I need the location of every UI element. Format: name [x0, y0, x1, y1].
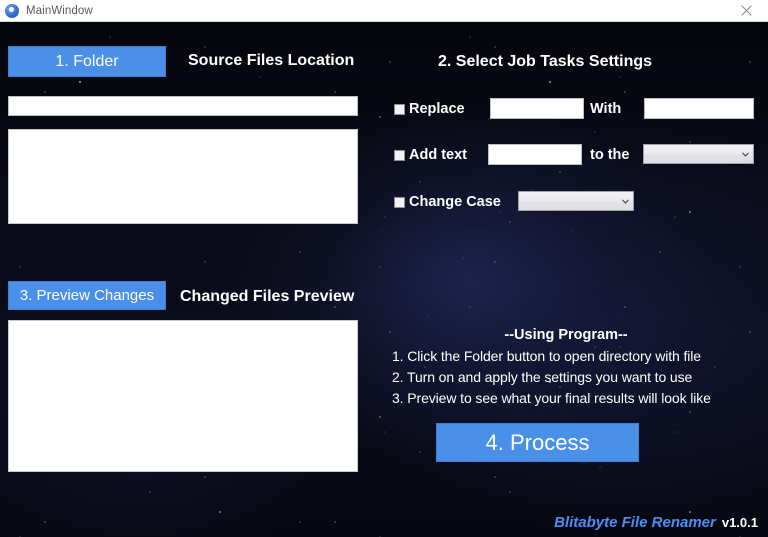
changed-files-preview-heading: Changed Files Preview: [180, 288, 355, 305]
chevron-down-icon: [737, 151, 753, 157]
title-bar: MainWindow: [0, 0, 768, 22]
source-file-list[interactable]: [8, 129, 358, 224]
using-program-help: --Using Program-- 1. Click the Folder bu…: [392, 324, 740, 416]
job-tasks-heading: 2. Select Job Tasks Settings: [438, 53, 653, 70]
add-text-checkbox-label: Add text: [409, 147, 467, 163]
chevron-down-icon: [617, 198, 633, 204]
app-window: MainWindow 1. Folder Source Files Locati…: [0, 0, 768, 537]
add-text-position-label: to the: [590, 147, 630, 163]
preview-changes-button[interactable]: 3. Preview Changes: [8, 281, 166, 310]
replace-checkbox[interactable]: [394, 103, 405, 115]
footer-branding: Blitabyte File Renamer v1.0.1: [554, 514, 758, 531]
folder-button[interactable]: 1. Folder: [8, 46, 166, 77]
add-text-checkbox-row[interactable]: Add text: [394, 147, 467, 163]
folder-path-input[interactable]: [8, 96, 358, 116]
brand-name: Blitabyte File Renamer: [554, 514, 716, 531]
add-text-input[interactable]: [488, 144, 582, 165]
replace-checkbox-label: Replace: [409, 101, 465, 117]
replace-with-label: With: [590, 101, 622, 117]
replace-find-input[interactable]: [490, 98, 584, 119]
replace-with-input[interactable]: [644, 98, 754, 119]
close-icon[interactable]: [724, 0, 768, 21]
change-case-dropdown[interactable]: [518, 191, 634, 211]
add-text-position-dropdown[interactable]: [643, 144, 754, 164]
help-title: --Using Program--: [504, 327, 628, 343]
help-line-3: 3. Preview to see what your final result…: [392, 390, 711, 406]
help-line-1: 1. Click the Folder button to open direc…: [392, 348, 701, 364]
replace-checkbox-row[interactable]: Replace: [394, 101, 465, 117]
change-case-checkbox[interactable]: [394, 196, 405, 208]
app-circle-icon: [5, 3, 19, 18]
source-files-heading: Source Files Location: [188, 52, 355, 69]
process-button[interactable]: 4. Process: [436, 423, 639, 462]
window-title: MainWindow: [26, 4, 93, 17]
add-text-checkbox[interactable]: [394, 149, 405, 161]
help-line-2: 2. Turn on and apply the settings you wa…: [392, 369, 693, 385]
brand-version: v1.0.1: [721, 515, 758, 530]
change-case-checkbox-row[interactable]: Change Case: [394, 194, 501, 210]
change-case-checkbox-label: Change Case: [409, 194, 501, 210]
preview-file-list[interactable]: [8, 320, 358, 472]
